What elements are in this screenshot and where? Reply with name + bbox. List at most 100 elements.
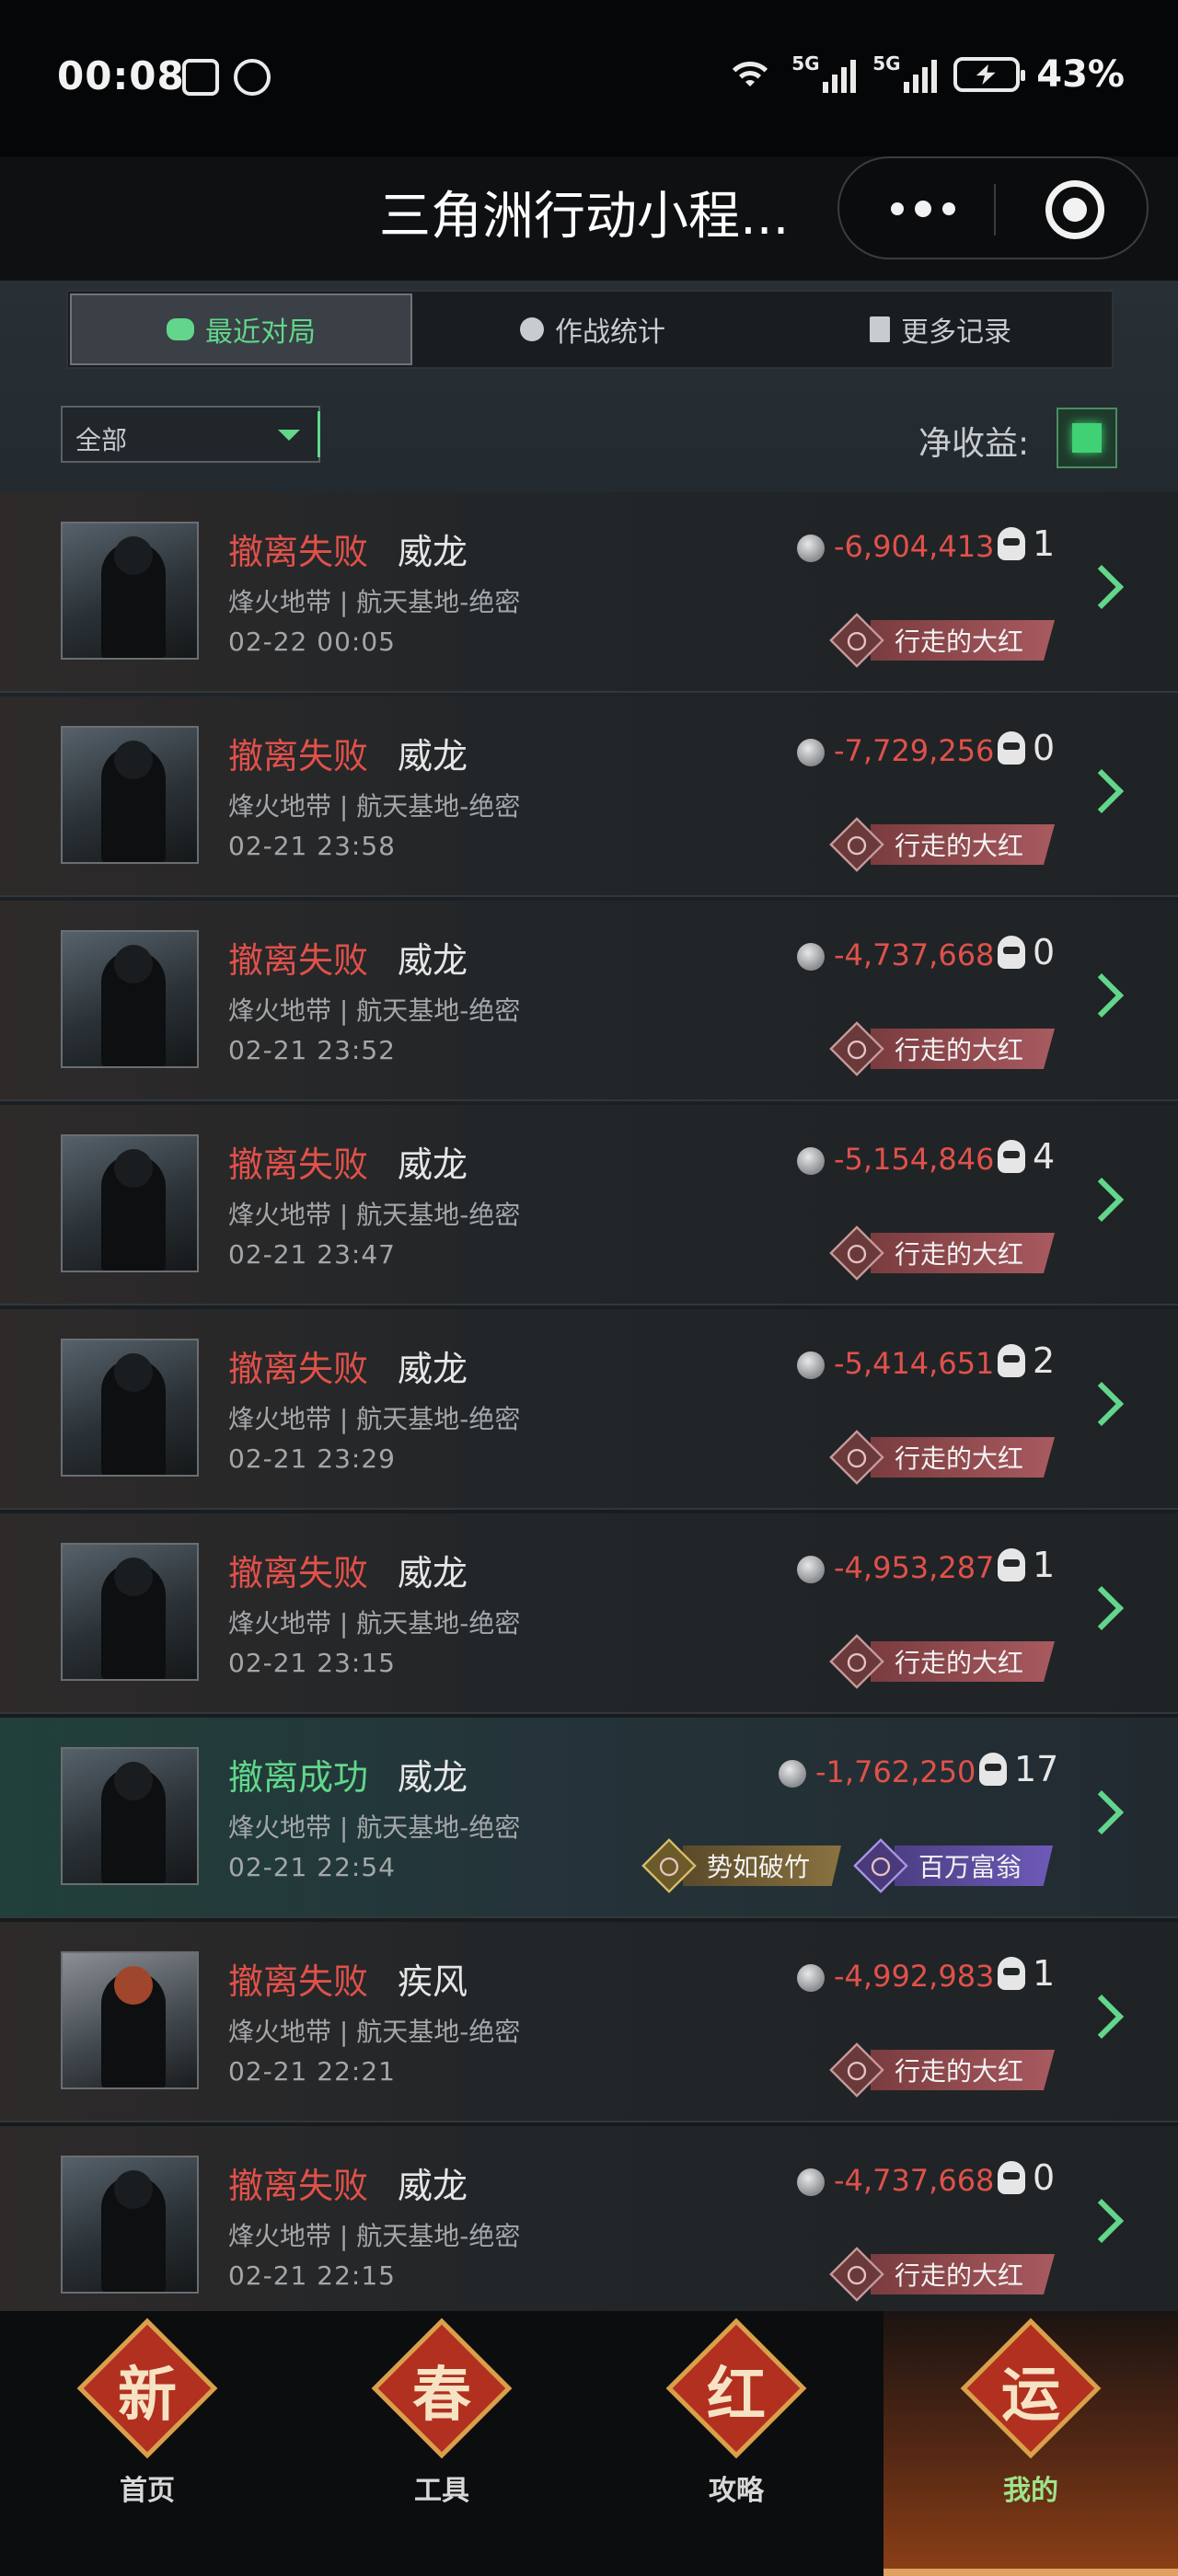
match-row[interactable]: 撤离失败 威龙 烽火地带 | 航天基地-绝密 02-21 22:15 -4,73… xyxy=(0,2126,1178,2311)
map-name: 烽火地带 | 航天基地-绝密 xyxy=(228,1404,521,1434)
badge-label: 行走的大红 xyxy=(871,2050,1056,2090)
tab-combat-stats[interactable]: 作战统计 xyxy=(418,292,768,367)
capsule-divider xyxy=(994,184,996,236)
nav-emblem-char: 运 xyxy=(1001,2362,1060,2430)
nav-label: 攻略 xyxy=(709,2475,764,2507)
operator-name: 威龙 xyxy=(398,1757,468,1798)
badge-label: 行走的大红 xyxy=(871,1029,1056,1069)
match-row[interactable]: 撤离失败 威龙 烽火地带 | 航天基地-绝密 02-22 00:05 -6,90… xyxy=(0,492,1178,693)
nav-item[interactable]: 新 首页 xyxy=(0,2311,294,2576)
kill-count: 0 xyxy=(1033,2157,1056,2198)
mode-filter-dropdown[interactable]: 全部 xyxy=(61,406,320,463)
skull-icon xyxy=(998,731,1025,765)
chevron-right-icon[interactable] xyxy=(1079,2198,1125,2244)
tab-bar: 最近对局 作战统计 更多记录 xyxy=(66,290,1114,369)
badge-label: 行走的大红 xyxy=(871,620,1056,661)
map-name: 烽火地带 | 航天基地-绝密 xyxy=(228,1200,521,1230)
coin-icon xyxy=(797,2168,825,2196)
chevron-right-icon[interactable] xyxy=(1079,1789,1125,1835)
map-name: 烽火地带 | 航天基地-绝密 xyxy=(228,791,521,822)
net-profit-checkbox[interactable] xyxy=(1057,408,1117,468)
match-row[interactable]: 撤离失败 威龙 烽火地带 | 航天基地-绝密 02-21 23:58 -7,72… xyxy=(0,696,1178,897)
map-name: 烽火地带 | 航天基地-绝密 xyxy=(228,1812,521,1843)
operator-name: 威龙 xyxy=(398,1553,468,1593)
kill-count: 1 xyxy=(1033,1953,1056,1994)
match-time: 02-21 23:29 xyxy=(228,1443,396,1474)
nav-item[interactable]: 春 工具 xyxy=(294,2311,589,2576)
nav-item[interactable]: 运 我的 xyxy=(884,2311,1178,2576)
chevron-right-icon[interactable] xyxy=(1079,768,1125,814)
chevron-right-icon[interactable] xyxy=(1079,1177,1125,1223)
net-profit-value: -6,904,413 xyxy=(834,529,995,564)
map-name: 烽火地带 | 航天基地-绝密 xyxy=(228,995,521,1026)
nav-item[interactable]: 红 攻略 xyxy=(589,2311,884,2576)
skull-icon xyxy=(998,1140,1025,1173)
extraction-status: 撤离失败 xyxy=(228,2166,369,2206)
tab-more-records[interactable]: 更多记录 xyxy=(768,292,1114,367)
chevron-down-icon xyxy=(278,430,300,441)
chevron-right-icon[interactable] xyxy=(1079,1994,1125,2040)
tab-recent-matches[interactable]: 最近对局 xyxy=(70,293,412,365)
achievement-badge: 行走的大红 xyxy=(829,817,1056,872)
kill-count: 0 xyxy=(1033,932,1056,972)
extraction-status: 撤离失败 xyxy=(228,1961,369,2002)
miniprogram-capsule xyxy=(837,156,1149,259)
achievement-badge: 行走的大红 xyxy=(829,613,1056,668)
operator-avatar xyxy=(61,1747,199,1885)
operator-avatar xyxy=(61,726,199,864)
status-bar: 00:08 5G 5G 43% 三角洲行动小程... xyxy=(0,0,1178,259)
kill-count: 4 xyxy=(1033,1136,1056,1177)
bottom-nav: 新 首页 春 工具 红 攻略 运 我的 xyxy=(0,2311,1178,2576)
achievement-badge: 行走的大红 xyxy=(829,1021,1056,1076)
extraction-status: 撤离失败 xyxy=(228,1553,369,1593)
match-time: 02-21 23:15 xyxy=(228,1648,396,1678)
filter-selected: 全部 xyxy=(75,425,128,455)
net-profit-value: -4,953,287 xyxy=(834,1550,995,1585)
gamepad-icon xyxy=(167,318,194,340)
operator-avatar xyxy=(61,930,199,1068)
match-row[interactable]: 撤离失败 威龙 烽火地带 | 航天基地-绝密 02-21 23:29 -5,41… xyxy=(0,1309,1178,1510)
net-profit-label: 净收益: xyxy=(918,425,1030,463)
badge-label: 行走的大红 xyxy=(871,824,1056,865)
app-content: 最近对局 作战统计 更多记录 全部 净收益: 撤离失败 威龙 烽火地带 | 航天… xyxy=(0,281,1178,2311)
operator-avatar xyxy=(61,1543,199,1681)
tab-label: 最近对局 xyxy=(205,316,316,349)
coin-icon xyxy=(797,1964,825,1992)
operator-name: 威龙 xyxy=(398,2166,468,2206)
clock: 00:08 xyxy=(57,53,185,98)
gesture-icon xyxy=(234,59,271,96)
kill-count: 1 xyxy=(1033,523,1056,564)
operator-name: 疾风 xyxy=(398,1961,468,2002)
match-row[interactable]: 撤离失败 威龙 烽火地带 | 航天基地-绝密 02-21 23:15 -4,95… xyxy=(0,1513,1178,1714)
more-menu-button[interactable] xyxy=(882,186,964,232)
match-row[interactable]: 撤离失败 威龙 烽火地带 | 航天基地-绝密 02-21 23:47 -5,15… xyxy=(0,1105,1178,1305)
match-row[interactable]: 撤离失败 疾风 烽火地带 | 航天基地-绝密 02-21 22:21 -4,99… xyxy=(0,1922,1178,2122)
skull-icon xyxy=(998,1344,1025,1377)
badge-label: 百万富翁 xyxy=(895,1846,1054,1886)
close-miniprogram-button[interactable] xyxy=(1045,180,1104,239)
operator-avatar xyxy=(61,1134,199,1272)
document-icon xyxy=(870,316,890,342)
battery-percent: 43% xyxy=(1036,53,1125,96)
signal-icon: 5G xyxy=(791,52,857,93)
chevron-right-icon[interactable] xyxy=(1079,564,1125,610)
chevron-right-icon[interactable] xyxy=(1079,972,1125,1018)
achievement-badge: 势如破竹 xyxy=(641,1838,842,1893)
extraction-status: 撤离失败 xyxy=(228,1349,369,1389)
coin-icon xyxy=(797,1351,825,1379)
match-row[interactable]: 撤离失败 威龙 烽火地带 | 航天基地-绝密 02-21 23:52 -4,73… xyxy=(0,901,1178,1101)
kill-count: 17 xyxy=(1014,1749,1059,1789)
operator-avatar xyxy=(61,2156,199,2294)
extraction-status: 撤离失败 xyxy=(228,940,369,981)
nav-emblem-char: 春 xyxy=(412,2362,471,2430)
chevron-right-icon[interactable] xyxy=(1079,1585,1125,1631)
coin-icon xyxy=(797,943,825,971)
badge-label: 行走的大红 xyxy=(871,2254,1056,2294)
match-row[interactable]: 撤离成功 威龙 烽火地带 | 航天基地-绝密 02-21 22:54 -1,76… xyxy=(0,1718,1178,1918)
net-profit-value: -7,729,256 xyxy=(834,733,995,768)
chevron-right-icon[interactable] xyxy=(1079,1381,1125,1427)
nfc-icon xyxy=(182,59,219,96)
tab-label: 作战统计 xyxy=(555,316,665,349)
net-profit-value: -4,737,668 xyxy=(834,2163,995,2198)
map-name: 烽火地带 | 航天基地-绝密 xyxy=(228,2017,521,2047)
